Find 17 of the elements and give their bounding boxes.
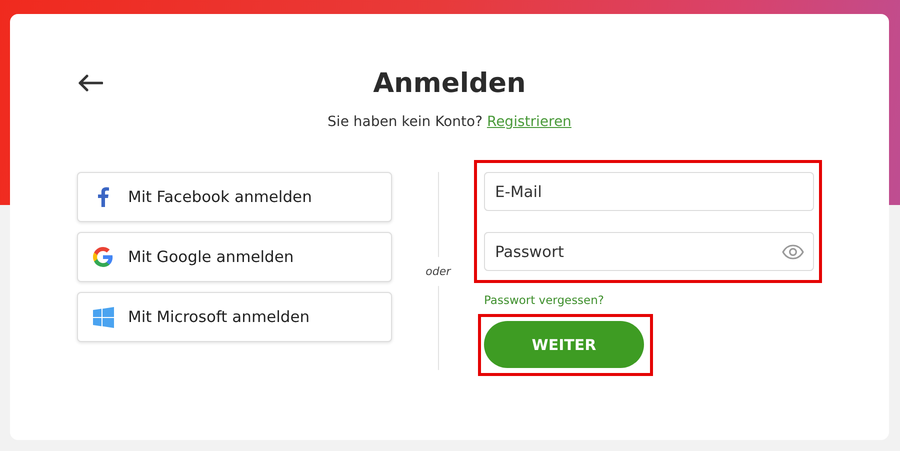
back-arrow-icon bbox=[77, 74, 103, 92]
back-button[interactable] bbox=[77, 74, 103, 92]
page-title: Anmelden bbox=[372, 67, 527, 101]
signup-prompt: Sie haben kein Konto? bbox=[328, 114, 483, 130]
email-field[interactable]: E-Mail bbox=[484, 172, 814, 211]
windows-icon bbox=[92, 306, 114, 328]
divider-label: oder bbox=[426, 264, 451, 280]
social-login-button[interactable]: Mit Microsoft anmelden bbox=[77, 292, 392, 342]
google-icon bbox=[93, 247, 113, 267]
forgot-password-link[interactable]: Passwort vergessen? bbox=[484, 293, 604, 307]
facebook-icon bbox=[98, 187, 108, 207]
password-field[interactable]: Passwort bbox=[484, 232, 814, 271]
social-login-button[interactable]: Mit Facebook anmelden bbox=[77, 172, 392, 222]
eye-icon[interactable] bbox=[782, 244, 804, 260]
register-link[interactable]: Registrieren bbox=[486, 114, 572, 130]
continue-button[interactable]: WEITER bbox=[484, 321, 644, 368]
social-login-button[interactable]: Mit Google anmelden bbox=[77, 232, 392, 282]
